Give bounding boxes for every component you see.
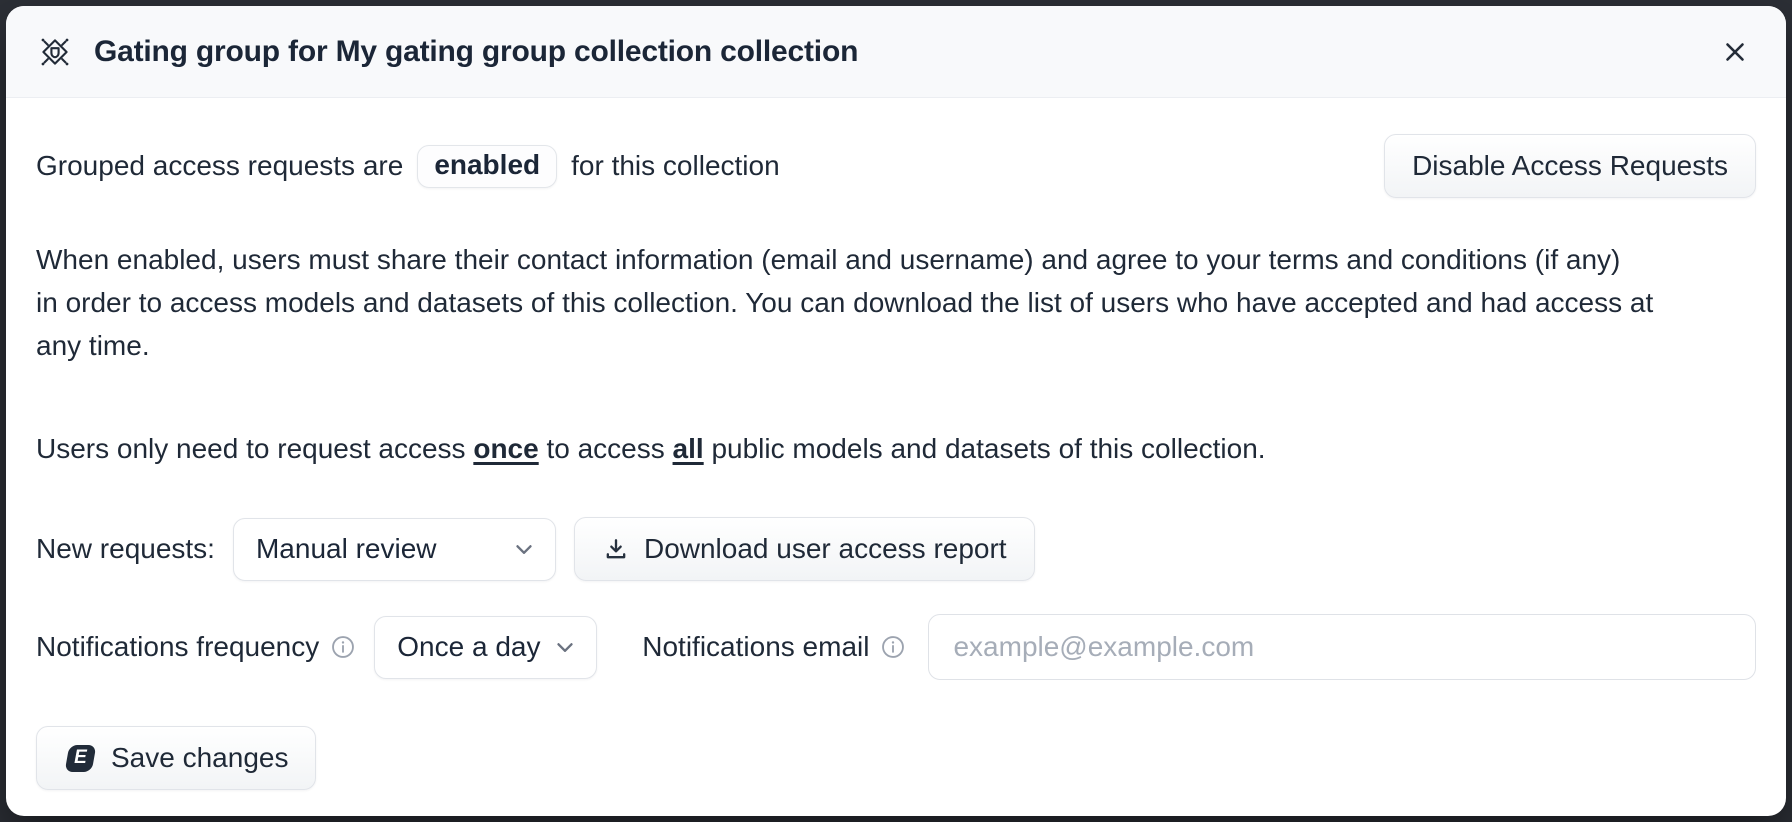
notifications-frequency-select[interactable]: Once a day <box>374 616 597 679</box>
description-line: any time. <box>36 324 1756 367</box>
description-line: When enabled, users must share their con… <box>36 238 1756 281</box>
note-text: to access <box>539 433 673 464</box>
save-changes-label: Save changes <box>111 742 288 774</box>
new-requests-label: New requests: <box>36 533 215 565</box>
chevron-down-icon <box>552 634 578 660</box>
notifications-frequency-label: Notifications frequency <box>36 631 319 663</box>
notifications-email-input[interactable] <box>928 614 1756 680</box>
chevron-down-icon <box>511 536 537 562</box>
info-icon[interactable] <box>880 634 906 660</box>
save-changes-button[interactable]: E Save changes <box>36 726 316 790</box>
notifications-email-label: Notifications email <box>642 631 869 663</box>
new-requests-row: New requests: Manual review Dow <box>36 517 1756 581</box>
note-paragraph: Users only need to request access once t… <box>36 433 1756 465</box>
dialog-body: Grouped access requests are enabled for … <box>6 98 1786 816</box>
note-emphasis-once: once <box>473 433 538 464</box>
description-paragraph: When enabled, users must share their con… <box>36 238 1756 367</box>
close-button[interactable] <box>1714 31 1756 73</box>
dialog-header: Gating group for My gating group collect… <box>6 6 1786 98</box>
note-text: Users only need to request access <box>36 433 473 464</box>
status-text: Grouped access requests are enabled for … <box>36 145 780 188</box>
status-row: Grouped access requests are enabled for … <box>36 134 1756 198</box>
gated-icon <box>36 33 74 71</box>
gating-group-dialog: Gating group for My gating group collect… <box>6 6 1786 816</box>
dialog-title: Gating group for My gating group collect… <box>94 35 858 69</box>
new-requests-select[interactable]: Manual review <box>233 518 556 581</box>
download-button-label: Download user access report <box>644 533 1007 565</box>
download-user-access-report-button[interactable]: Download user access report <box>574 517 1035 581</box>
notifications-row: Notifications frequency Once a day Notif… <box>36 614 1756 680</box>
status-text-after: for this collection <box>571 150 780 182</box>
status-text-before: Grouped access requests are <box>36 150 403 182</box>
enterprise-icon: E <box>64 744 97 773</box>
footer-row: E Save changes <box>36 726 1756 790</box>
notifications-frequency-value: Once a day <box>397 631 540 663</box>
status-badge: enabled <box>417 145 557 188</box>
close-icon <box>1720 37 1750 67</box>
description-line: in order to access models and datasets o… <box>36 281 1756 324</box>
disable-access-requests-button[interactable]: Disable Access Requests <box>1384 134 1756 198</box>
download-icon <box>602 535 630 563</box>
info-icon[interactable] <box>330 634 356 660</box>
note-text: public models and datasets of this colle… <box>704 433 1266 464</box>
note-emphasis-all: all <box>673 433 704 464</box>
new-requests-select-value: Manual review <box>256 533 437 565</box>
